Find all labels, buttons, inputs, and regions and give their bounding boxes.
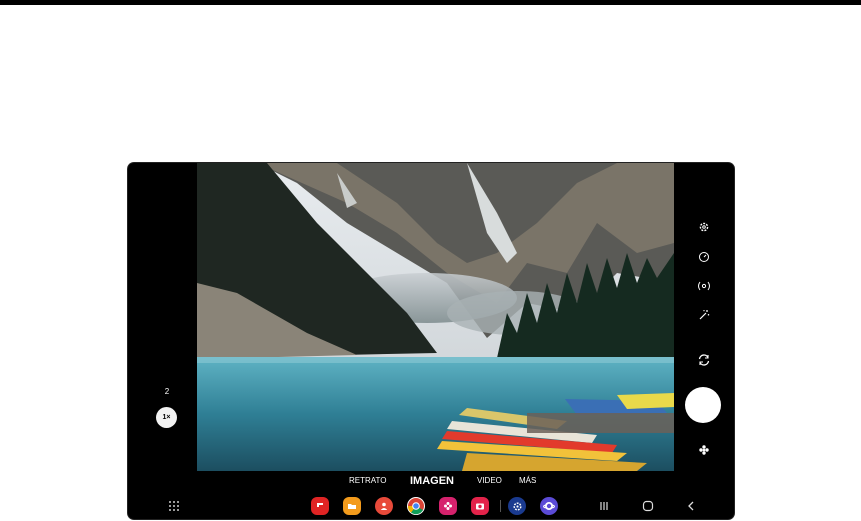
top-bar	[0, 0, 861, 5]
zoom-2x-button[interactable]: 2	[159, 387, 175, 396]
zoom-panel: 2 1×	[128, 163, 197, 471]
tablet-screen: 2 1× RETRATO IMAGEN VIDEO MÁS	[128, 163, 734, 519]
camera-icon[interactable]	[471, 497, 489, 515]
camera-viewfinder[interactable]	[197, 163, 674, 471]
switch-camera-icon[interactable]	[696, 352, 712, 368]
internet-icon[interactable]	[540, 497, 558, 515]
motion-photo-icon[interactable]	[696, 278, 712, 294]
mode-more[interactable]: MÁS	[519, 471, 536, 491]
shutter-button[interactable]	[685, 387, 721, 423]
filters-icon[interactable]	[696, 307, 712, 323]
camera-controls	[674, 163, 734, 471]
back-icon[interactable]	[683, 498, 699, 514]
contacts-icon[interactable]	[375, 497, 393, 515]
taskbar-divider	[500, 500, 501, 512]
mode-photo[interactable]: IMAGEN	[410, 471, 454, 491]
taskbar	[128, 491, 734, 519]
my-files-icon[interactable]	[343, 497, 361, 515]
settings-app-icon[interactable]	[508, 497, 526, 515]
settings-icon[interactable]	[696, 219, 712, 235]
flipboard-icon[interactable]	[311, 497, 329, 515]
home-icon[interactable]	[640, 498, 656, 514]
viewfinder-image	[197, 163, 674, 471]
mode-video[interactable]: VIDEO	[477, 471, 502, 491]
gallery-icon[interactable]	[439, 497, 457, 515]
mode-selector: RETRATO IMAGEN VIDEO MÁS	[128, 471, 734, 491]
zoom-1x-button[interactable]: 1×	[156, 407, 177, 428]
timer-icon[interactable]	[696, 249, 712, 265]
mode-portrait[interactable]: RETRATO	[349, 471, 386, 491]
recents-icon[interactable]	[596, 498, 612, 514]
bixby-vision-icon[interactable]	[696, 442, 712, 458]
app-drawer-icon[interactable]	[166, 498, 182, 514]
chrome-icon[interactable]	[407, 497, 425, 515]
